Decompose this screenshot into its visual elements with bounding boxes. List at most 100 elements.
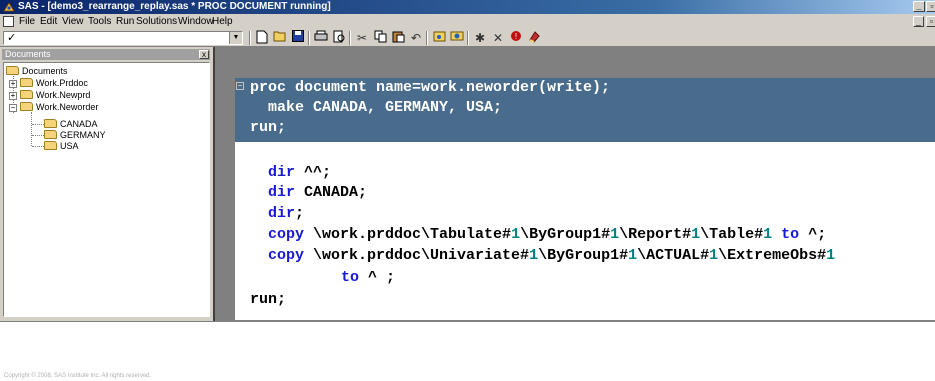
tree-line: [32, 124, 44, 125]
minimize-button[interactable]: _: [913, 1, 925, 12]
code-line[interactable]: run;: [250, 290, 286, 309]
code-line[interactable]: to ^ ;: [341, 268, 395, 287]
paste-icon[interactable]: [390, 30, 406, 46]
tree-line: [31, 112, 32, 146]
menu-run[interactable]: Run: [116, 14, 134, 29]
save-icon[interactable]: [290, 30, 306, 46]
window-title: SAS - [demo3_rearrange_replay.sas * PROC…: [18, 1, 331, 12]
code-number: 1: [826, 247, 836, 264]
code-text: \ByGroup1#: [538, 247, 629, 264]
mdi-restore-button[interactable]: ▫: [926, 16, 935, 27]
toolbar-separator: [467, 31, 469, 45]
sas-app-icon: [3, 1, 15, 13]
collapse-block-icon[interactable]: −: [236, 82, 244, 90]
code-keyword: dir: [268, 184, 296, 201]
code-number: 1: [529, 247, 539, 264]
code-number: 1: [691, 226, 701, 243]
clear-icon[interactable]: ✕: [490, 30, 506, 46]
code-line[interactable]: dir;: [268, 204, 304, 223]
menu-view[interactable]: View: [62, 14, 84, 29]
toolbar-separator: [308, 31, 310, 45]
code-text: CANADA;: [295, 184, 368, 201]
code-text: \ByGroup1#: [520, 226, 611, 243]
toolbar-separator: [349, 31, 351, 45]
folder-icon: [20, 78, 33, 87]
menu-bar: File Edit View Tools Run Solutions Windo…: [0, 14, 935, 29]
code-number: 1: [763, 226, 773, 243]
folder-icon: [44, 119, 57, 128]
find-icon[interactable]: [449, 30, 465, 46]
tree-line: [32, 135, 44, 136]
tree-node-work-newprd[interactable]: Work.Newprd: [20, 89, 90, 101]
code-keyword: to: [772, 226, 800, 243]
code-number: 1: [610, 226, 620, 243]
explorer-icon[interactable]: [431, 30, 447, 46]
print-preview-icon[interactable]: [331, 30, 347, 46]
menu-window[interactable]: Window: [178, 14, 214, 29]
mdi-minimize-button[interactable]: _: [913, 16, 924, 27]
toolbar-separator: [249, 31, 251, 45]
code-line[interactable]: proc document name=work.neworder(write);: [250, 78, 610, 97]
document-menu-icon[interactable]: [3, 16, 14, 27]
tree-node-work-prddoc[interactable]: Work.Prddoc: [20, 77, 88, 89]
explorer-pane: Documents x Documents + Work.Prddoc + Wo…: [0, 47, 215, 321]
collapse-icon[interactable]: −: [9, 104, 17, 112]
code-keyword: copy: [268, 247, 305, 264]
code-keyword: copy: [268, 226, 305, 243]
code-line[interactable]: dir CANADA;: [268, 183, 367, 202]
command-dropdown-icon[interactable]: ▼: [229, 32, 242, 44]
copy-icon[interactable]: [372, 30, 388, 46]
explorer-header-label: Documents: [5, 49, 51, 59]
menu-tools[interactable]: Tools: [88, 14, 111, 29]
print-icon[interactable]: [313, 30, 329, 46]
code-text: \work.prddoc\Tabulate#: [304, 226, 512, 243]
expand-icon[interactable]: +: [9, 92, 17, 100]
svg-text:!: !: [515, 32, 517, 41]
cut-icon[interactable]: ✂: [354, 30, 370, 46]
menu-edit[interactable]: Edit: [40, 14, 57, 29]
code-number: 1: [628, 247, 638, 264]
explorer-close-button[interactable]: x: [199, 50, 209, 59]
menu-help[interactable]: Help: [212, 14, 233, 29]
code-line[interactable]: copy \work.prddoc\Univariate#1\ByGroup1#…: [268, 246, 835, 265]
code-line[interactable]: dir ^^;: [268, 163, 331, 182]
tree-node-work-neworder[interactable]: Work.Neworder: [20, 101, 98, 113]
code-line[interactable]: run;: [250, 118, 286, 137]
code-keyword: run: [250, 291, 278, 308]
library-icon[interactable]: [526, 30, 542, 46]
open-icon[interactable]: [272, 30, 288, 46]
code-text: ;: [277, 291, 287, 308]
code-text: \Table#: [700, 226, 764, 243]
code-line[interactable]: copy \work.prddoc\Tabulate#1\ByGroup1#1\…: [268, 225, 826, 244]
folder-icon: [44, 130, 57, 139]
folder-icon: [20, 90, 33, 99]
menu-file[interactable]: File: [19, 14, 35, 29]
submit-icon[interactable]: ✱: [472, 30, 488, 46]
folder-icon: [20, 102, 33, 111]
code-number: 1: [709, 247, 719, 264]
restore-button[interactable]: ▫: [926, 1, 935, 12]
expand-icon[interactable]: +: [9, 80, 17, 88]
tree-node-usa[interactable]: USA: [44, 140, 79, 152]
explorer-header: Documents x: [2, 49, 210, 60]
undo-icon[interactable]: ↶: [408, 30, 424, 46]
code-number: 1: [511, 226, 521, 243]
tree-node-documents[interactable]: Documents: [6, 65, 68, 77]
command-check-icon[interactable]: ✓: [7, 31, 16, 44]
code-text: ;: [295, 205, 305, 222]
folder-icon: [44, 141, 57, 150]
command-box[interactable]: ✓ ▼: [3, 31, 243, 45]
folder-icon: [6, 66, 19, 75]
code-text: \Report#: [619, 226, 692, 243]
code-line[interactable]: make CANADA, GERMANY, USA;: [250, 98, 502, 117]
new-icon[interactable]: [254, 30, 270, 46]
menu-solutions[interactable]: Solutions: [136, 14, 177, 29]
copyright-footer: Copyright © 2008, SAS Institute Inc. All…: [4, 373, 152, 379]
toolbar: ✓ ▼ ✂ ↶ ✱ ✕ !: [0, 29, 935, 47]
document-tree: Documents + Work.Prddoc + Work.Newprd − …: [3, 62, 210, 317]
help-icon[interactable]: !: [508, 30, 524, 46]
code-keyword: dir: [268, 164, 296, 181]
code-keyword: to: [341, 269, 360, 286]
tree-line: [32, 146, 44, 147]
code-text: \ACTUAL#: [637, 247, 710, 264]
